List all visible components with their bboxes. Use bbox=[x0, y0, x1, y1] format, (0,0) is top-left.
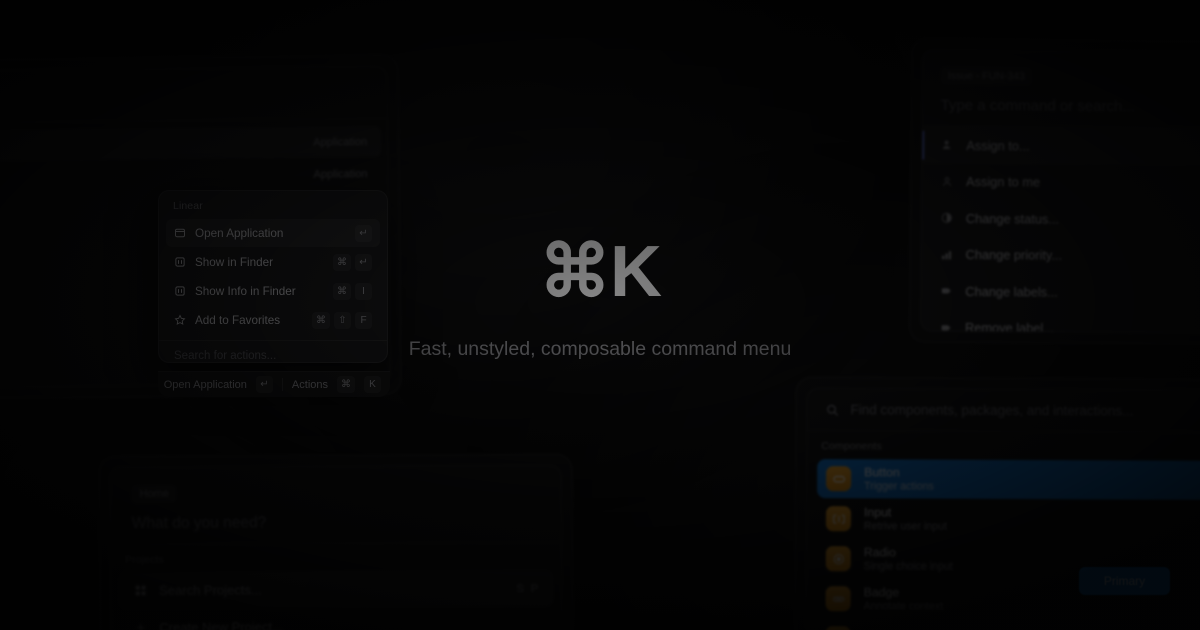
button-icon bbox=[826, 466, 852, 492]
component-item-button-name: Button bbox=[864, 464, 900, 479]
footer-cmd-key: ⌘ bbox=[337, 376, 355, 393]
linear-item-assign-to-me-label: Assign to me bbox=[966, 174, 1041, 190]
badge-icon bbox=[825, 586, 851, 612]
hero-tagline: Fast, unstyled, composable command menu bbox=[408, 338, 792, 360]
component-item-input[interactable]: Input Retrive user input bbox=[817, 499, 1200, 540]
component-item-input-name: Input bbox=[863, 504, 892, 519]
component-item-badge-name: Badge bbox=[863, 584, 900, 599]
person-assign-icon bbox=[940, 139, 953, 152]
primary-button[interactable]: Primary bbox=[1079, 567, 1170, 595]
linear-item-change-status-label: Change status... bbox=[965, 210, 1060, 227]
components-search-placeholder: Find components, packages, and interacti… bbox=[850, 402, 1134, 419]
vercel-key-p: P bbox=[530, 582, 539, 595]
footer-actions-label[interactable]: Actions bbox=[292, 379, 328, 391]
vercel-item-search-projects[interactable]: Search Projects... S P bbox=[119, 569, 554, 610]
component-item-slider[interactable]: Slider bbox=[816, 619, 1200, 630]
components-group-label: Components bbox=[821, 440, 882, 453]
status-circle-icon bbox=[940, 212, 953, 225]
components-search-input[interactable]: Find components, packages, and interacti… bbox=[807, 389, 1200, 433]
linear-search-placeholder: Type a command or search... bbox=[940, 96, 1135, 116]
plus-icon bbox=[134, 621, 147, 630]
footer-enter-key: ↵ bbox=[255, 376, 273, 393]
linear-search-input[interactable]: Type a command or search... bbox=[922, 84, 1200, 130]
vercel-group-label: Projects bbox=[124, 553, 164, 567]
linear-item-assign-to-me[interactable]: Assign to me bbox=[922, 163, 1200, 202]
search-icon bbox=[825, 403, 839, 417]
component-item-button-desc: Trigger actions bbox=[864, 479, 934, 493]
vercel-item-search-projects-label: Search Projects... bbox=[159, 582, 262, 598]
component-item-radio-desc: Single choice input bbox=[863, 559, 953, 573]
input-icon bbox=[825, 506, 852, 532]
raycast-search-input[interactable]: apps and commands… bbox=[0, 66, 387, 126]
linear-item-change-status[interactable]: Change status... bbox=[922, 200, 1200, 239]
raycast-row-2-type: Application bbox=[313, 167, 368, 181]
component-item-radio-name: Radio bbox=[863, 544, 896, 559]
vercel-home-badge: Home bbox=[131, 484, 178, 504]
primary-button-label: Primary bbox=[1103, 574, 1146, 588]
component-item-badge-desc: Annotate context bbox=[863, 599, 944, 613]
vercel-item-create-new-project-label: Create New Project... bbox=[159, 619, 283, 630]
vercel-key-s: S bbox=[516, 582, 524, 595]
hero-block: ⌘K Fast, unstyled, composable command me… bbox=[0, 236, 1200, 364]
grid-icon bbox=[134, 584, 147, 597]
person-icon bbox=[940, 175, 953, 188]
linear-item-assign-to-label: Assign to... bbox=[966, 137, 1030, 154]
vercel-item-create-new-project[interactable]: Create New Project... bbox=[119, 607, 553, 630]
cmdk-logo: ⌘K bbox=[539, 232, 662, 312]
raycast-actions-group-label: Linear bbox=[173, 200, 203, 212]
raycast-row-1-type: Application bbox=[313, 135, 368, 149]
vercel-command-menu: Home What do you need? Projects Search P… bbox=[98, 453, 574, 630]
component-item-input-desc: Retrive user input bbox=[863, 519, 947, 533]
slider-icon bbox=[825, 626, 851, 630]
raycast-row-1[interactable]: Application bbox=[0, 126, 382, 164]
footer-k-key: K bbox=[364, 376, 381, 393]
raycast-footer-bar: Open Application ↵ Actions ⌘ K bbox=[158, 371, 390, 397]
vercel-search-input[interactable]: What do you need? bbox=[110, 500, 561, 546]
footer-primary-action-label: Open Application bbox=[163, 378, 247, 391]
component-item-button[interactable]: Button Trigger actions bbox=[817, 459, 1200, 500]
hero-canvas: apps and commands… Application Applicati… bbox=[0, 0, 1200, 630]
radio-icon bbox=[825, 546, 851, 572]
footer-divider bbox=[281, 378, 283, 391]
linear-item-assign-to[interactable]: Assign to... bbox=[922, 127, 1200, 166]
vercel-search-placeholder: What do you need? bbox=[131, 513, 267, 532]
linear-issue-badge: Issue - FUN-343 bbox=[940, 66, 1032, 86]
